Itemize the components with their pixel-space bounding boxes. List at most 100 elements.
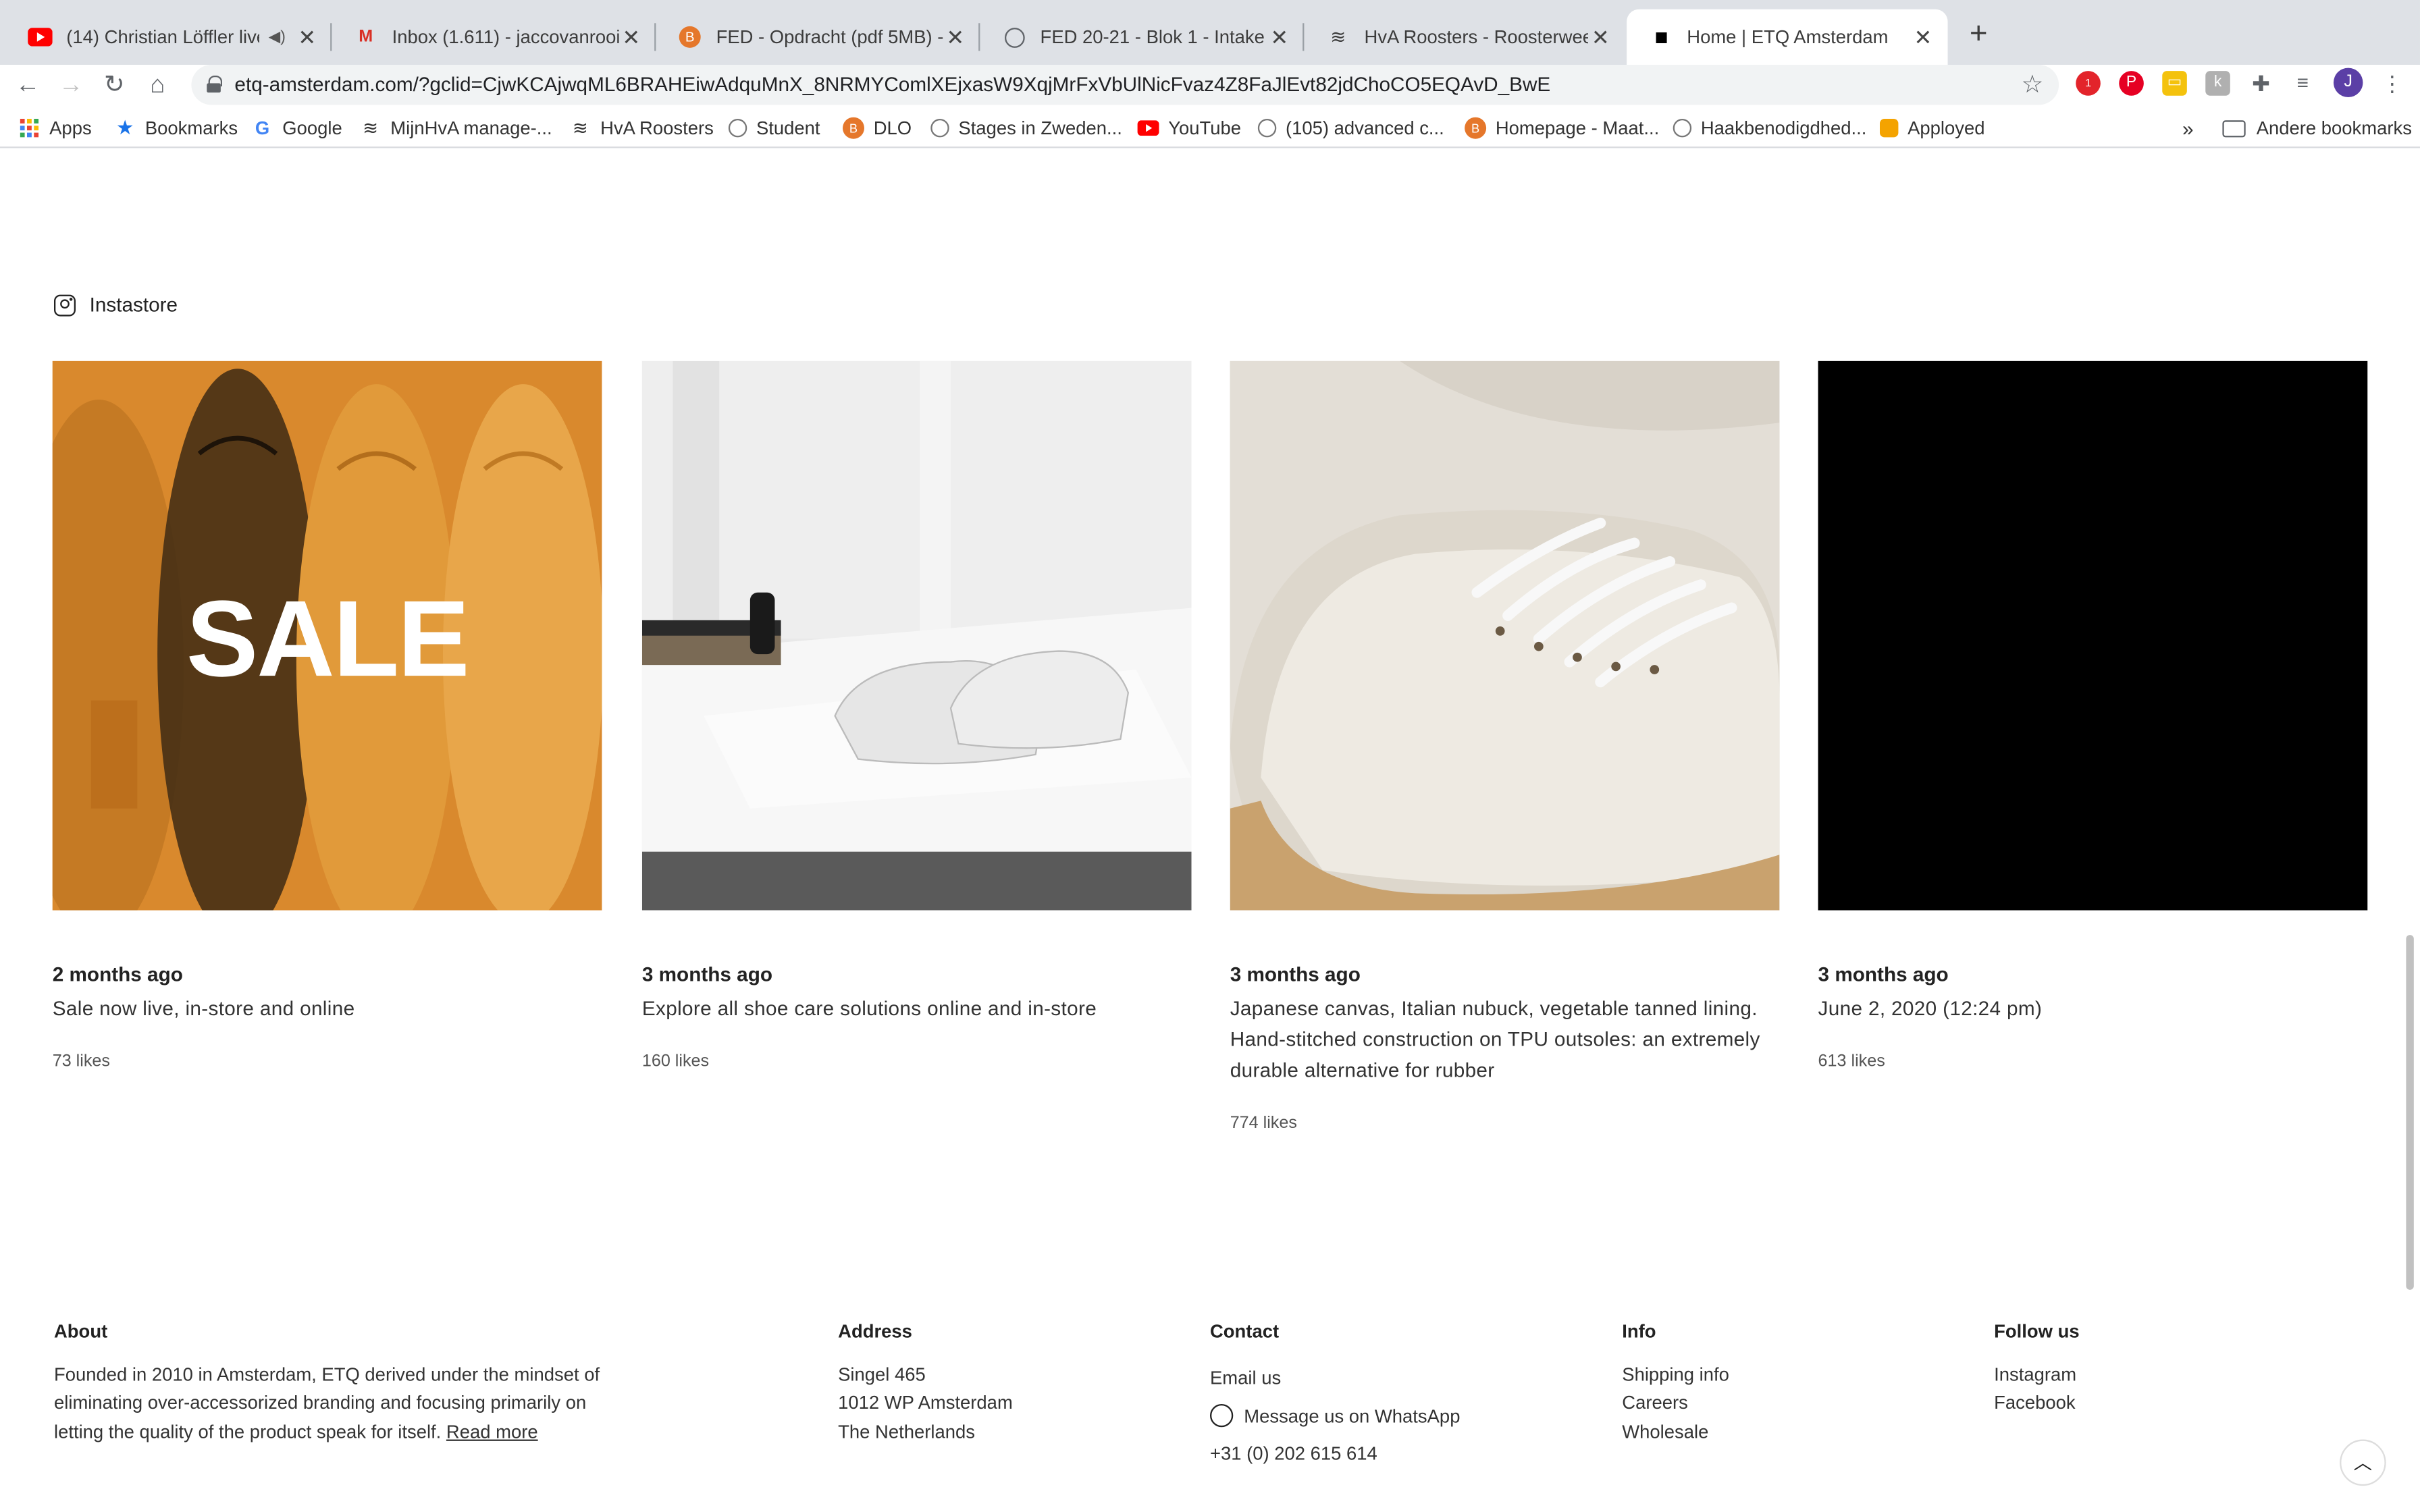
folder-icon [2222,119,2246,137]
bookmark-advanced[interactable]: (105) advanced c... [1257,115,1444,140]
bookmark-bookmarks[interactable]: ★ Bookmarks [114,115,238,140]
sneaker-detail-illustration [1230,360,1780,911]
tab-title: FED 20-21 - Blok 1 - Intake [1040,26,1265,48]
menu-kebab-icon[interactable]: ⋮ [2380,71,2405,96]
bookmark-star-icon[interactable]: ☆ [2021,70,2043,101]
careers-link[interactable]: Careers [1622,1388,1729,1417]
shipping-info-link[interactable]: Shipping info [1622,1360,1729,1388]
bookmark-student[interactable]: Student [728,115,820,140]
phone-link[interactable]: +31 (0) 202 615 614 [1210,1435,1460,1473]
tab-fed-intake[interactable]: FED 20-21 - Blok 1 - Intake ✕ [980,9,1305,65]
tab-fed-opdracht[interactable]: B FED - Opdracht (pdf 5MB) - Fr ✕ [656,9,980,65]
tab-title: (14) Christian Löffler live @ [66,26,259,48]
dlo-icon: B [1465,117,1487,139]
extensions-puzzle-icon[interactable]: ✚ [2248,71,2273,96]
bookmark-label: Haakbenodigdhed... [1700,117,1867,139]
bookmark-stages[interactable]: Stages in Zweden... [930,115,1122,140]
hva-icon: ≋ [363,117,379,139]
tab-etq-home[interactable]: Home | ETQ Amsterdam ✕ [1627,9,1948,65]
new-tab-button[interactable]: + [1960,17,1997,54]
insta-post[interactable]: 3 months ago Japanese canvas, Italian nu… [1230,360,1780,1133]
bookmark-label: HvA Roosters [600,117,714,139]
insta-post[interactable]: 3 months ago June 2, 2020 (12:24 pm) 613… [1818,360,2368,1071]
extension-generic-icon[interactable]: k [2205,71,2230,96]
lock-icon[interactable] [207,75,223,93]
bookmark-homepage-maat[interactable]: B Homepage - Maat... [1465,115,1659,140]
close-tab-icon[interactable]: ✕ [943,24,968,50]
bookmark-label: DLO [873,117,912,139]
post-image-sale[interactable]: SALE [52,360,602,911]
bookmark-hva-roosters[interactable]: ≋ HvA Roosters [569,115,714,140]
footer-info: Info Shipping info Careers Wholesale [1622,1318,1729,1446]
more-bookmarks-button[interactable]: » [2182,115,2194,140]
extension-badge: 1 [2085,78,2092,90]
extension-adblock-icon[interactable]: 1 [2076,71,2101,96]
post-caption: June 2, 2020 (12:24 pm) [1818,996,2043,1020]
insta-post[interactable]: 3 months ago Explore all shoe care solut… [641,360,1192,1071]
bookmark-haakbenodigdheden[interactable]: Haakbenodigdhed... [1673,115,1867,140]
footer-heading: Address [838,1320,912,1343]
shoecare-illustration [641,360,1192,911]
close-tab-icon[interactable]: ✕ [1911,24,1936,50]
close-tab-icon[interactable]: ✕ [1588,24,1613,50]
page-scrollbar[interactable] [2406,935,2414,1290]
extension-notes-icon[interactable]: ▭ [2162,71,2187,96]
whatsapp-link[interactable]: Message us on WhatsApp [1209,1397,1460,1435]
profile-avatar[interactable]: J [2333,68,2363,97]
email-us-link[interactable]: Email us [1210,1359,1460,1397]
post-time: 3 months ago [1818,963,1949,986]
sale-overlay-text: SALE [186,578,470,699]
address-line: 1012 WP Amsterdam [838,1391,1013,1413]
instagram-link[interactable]: Instagram [1994,1360,2079,1388]
bookmark-dlo[interactable]: B DLO [842,115,912,140]
close-tab-icon[interactable]: ✕ [619,24,644,50]
insta-post[interactable]: SALE 2 months ago Sale now live, in-stor… [52,360,602,1071]
wholesale-link[interactable]: Wholesale [1622,1417,1729,1445]
bookmarks-bar: Apps ★ Bookmarks G Google ≋ MijnHvA manage-… [0,107,2420,148]
reload-button[interactable]: ↻ [96,68,133,105]
extension-pinterest-icon[interactable]: P [2119,71,2144,96]
forward-button[interactable]: → [53,68,90,105]
tab-hva-roosters[interactable]: ≋ HvA Roosters - Roosterweerga ✕ [1304,9,1625,65]
tab-strip: (14) Christian Löffler live @ ◀) ✕ M Inb… [0,0,2420,65]
tab-gmail[interactable]: M Inbox (1.611) - jaccovanrooijen ✕ [332,9,656,65]
tab-youtube[interactable]: (14) Christian Löffler live @ ◀) ✕ [6,9,332,65]
url-text[interactable]: etq-amsterdam.com/?gclid=CjwKCAjwqML6BRA… [234,72,1550,95]
footer-heading: Follow us [1994,1320,2080,1343]
etq-icon [1648,25,1673,50]
bookmark-label: Andere bookmarks [2256,117,2412,139]
footer-heading: Info [1622,1320,1656,1343]
footer-follow: Follow us Instagram Facebook [1994,1318,2079,1417]
apployed-icon [1879,118,1899,138]
instastore-title: Instastore [89,293,178,317]
close-tab-icon[interactable]: ✕ [1267,24,1292,50]
address-bar[interactable]: etq-amsterdam.com/?gclid=CjwKCAjwqML6BRA… [191,64,2059,105]
whatsapp-icon [1209,1403,1234,1427]
bookmark-apps[interactable]: Apps [18,115,92,140]
post-caption: Sale now live, in-store and online [52,996,355,1020]
close-tab-icon[interactable]: ✕ [295,24,320,50]
bookmark-apployed[interactable]: Apployed [1879,115,1985,140]
speaker-icon[interactable]: ◀) [269,28,286,45]
post-likes: 160 likes [641,1052,710,1071]
bookmark-mijnhva[interactable]: ≋ MijnHvA manage-... [360,115,552,140]
read-more-link[interactable]: Read more [446,1420,538,1442]
post-image-sneaker-detail[interactable] [1230,360,1780,911]
hva-roosters-icon: ≋ [1330,26,1346,48]
other-bookmarks-folder[interactable]: Andere bookmarks [2222,115,2412,140]
post-image-shoecare[interactable] [641,360,1192,911]
bookmark-youtube[interactable]: YouTube [1137,115,1241,140]
post-image-black[interactable] [1818,360,2368,911]
tab-title: Home | ETQ Amsterdam [1687,26,1889,48]
home-button[interactable]: ⌂ [139,68,176,105]
bookmark-google[interactable]: G Google [252,115,342,140]
back-button[interactable]: ← [9,68,47,105]
facebook-link[interactable]: Facebook [1994,1388,2079,1417]
address-line: The Netherlands [838,1420,975,1442]
media-control-icon[interactable]: ≡ [2290,71,2315,96]
scroll-to-top-button[interactable]: ︿ [2340,1439,2386,1486]
footer-contact: Contact Email us Message us on WhatsApp … [1209,1318,1460,1473]
globe-icon [728,118,747,138]
bookmark-label: (105) advanced c... [1285,117,1444,139]
chevron-up-icon: ︿ [2353,1451,2373,1474]
